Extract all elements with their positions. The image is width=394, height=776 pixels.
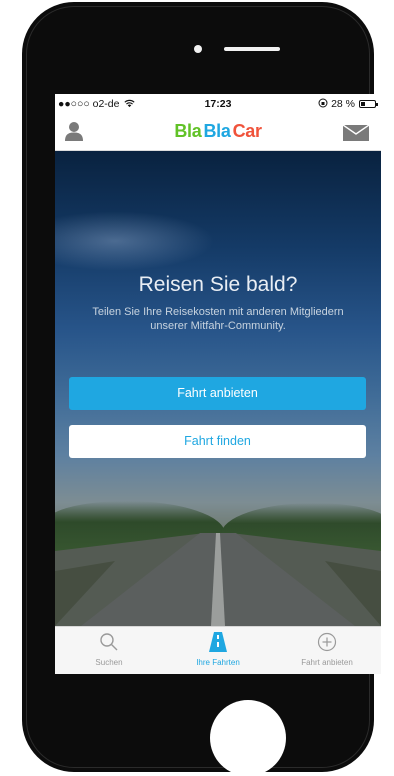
hero-title: Reisen Sie bald? bbox=[138, 273, 298, 296]
battery-percent: 28 % bbox=[331, 98, 355, 110]
sky-cloud bbox=[55, 211, 215, 271]
logo-part-3: Car bbox=[232, 121, 262, 141]
front-camera bbox=[194, 45, 202, 53]
tab-my-rides-label: Ihre Fahrten bbox=[196, 658, 240, 667]
offer-ride-button[interactable]: Fahrt anbieten bbox=[69, 377, 366, 410]
search-icon bbox=[100, 633, 118, 651]
status-bar: ●●○○○ o2-de 17:23 28 % bbox=[55, 94, 381, 114]
tab-bar: Suchen Ihre Fahrten Fahrt anbieten bbox=[55, 626, 381, 674]
tab-my-rides[interactable]: Ihre Fahrten bbox=[164, 627, 272, 674]
tab-search-label: Suchen bbox=[95, 658, 123, 667]
home-button[interactable] bbox=[210, 700, 286, 776]
battery-fill bbox=[361, 102, 365, 106]
logo-part-2: Bla bbox=[203, 121, 231, 141]
find-ride-button[interactable]: Fahrt finden bbox=[69, 425, 366, 458]
app-screen: ●●○○○ o2-de 17:23 28 % Bla Bla Car Reise… bbox=[55, 94, 381, 674]
logo-part-1: Bla bbox=[174, 121, 202, 141]
hero-subtitle: Teilen Sie Ihre Reisekosten mit anderen … bbox=[92, 306, 344, 332]
orientation-lock-icon bbox=[318, 98, 328, 108]
mail-icon[interactable] bbox=[343, 125, 369, 141]
tab-offer-ride[interactable]: Fahrt anbieten bbox=[273, 627, 381, 674]
road-icon bbox=[209, 632, 227, 652]
battery-icon bbox=[359, 100, 378, 108]
road-illustration bbox=[55, 533, 381, 626]
blablacar-logo: Bla Bla Car bbox=[55, 121, 381, 142]
plus-circle-icon bbox=[317, 632, 337, 652]
hero-section: Reisen Sie bald? Teilen Sie Ihre Reiseko… bbox=[55, 151, 381, 626]
earpiece-speaker bbox=[224, 47, 280, 51]
navbar: Bla Bla Car bbox=[55, 114, 381, 151]
battery-status: 28 % bbox=[318, 98, 355, 110]
tab-search[interactable]: Suchen bbox=[55, 627, 163, 674]
tab-offer-ride-label: Fahrt anbieten bbox=[301, 658, 353, 667]
